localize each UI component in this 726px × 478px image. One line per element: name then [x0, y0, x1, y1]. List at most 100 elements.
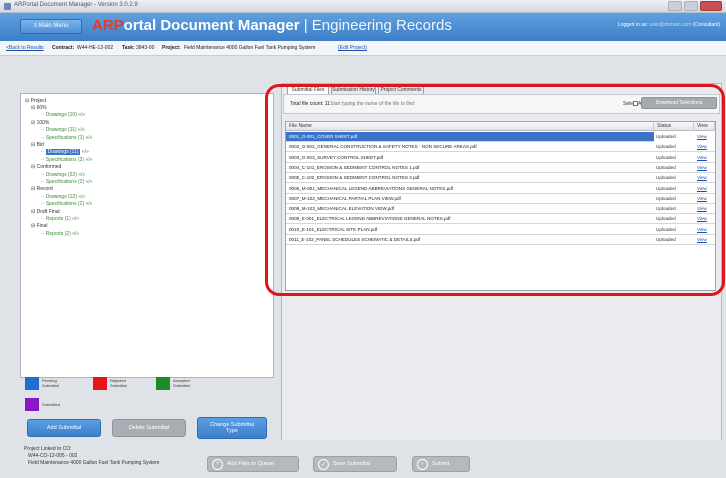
view-file-link[interactable]: View [697, 153, 707, 163]
tab-project-comments[interactable]: Project Comments [378, 85, 424, 94]
tree-item-label: Drawings (11) «/» [45, 127, 85, 134]
tree-item-label: Drawings (10) «/» [45, 112, 86, 119]
tab-submission-history[interactable]: Submission History [331, 85, 376, 94]
view-file-link[interactable]: View [697, 235, 707, 245]
app-title-main: ortal Document Manager [123, 17, 300, 34]
tree-phase-item[interactable]: ⊟ 60% [31, 105, 47, 111]
linked-project-name: Field Maintenance 4000 Gallon Fuel Tank … [28, 460, 160, 466]
tree-leaf-item[interactable]: ·· Drawings (22) «/» [41, 172, 85, 178]
view-file-link[interactable]: View [697, 163, 707, 173]
view-file-link[interactable]: View [697, 225, 707, 235]
view-file-link[interactable]: View [697, 214, 707, 224]
tree-leaf-item[interactable]: ·· Specifications (2) «/» [41, 201, 92, 207]
minimize-button[interactable] [668, 1, 682, 11]
column-header-file-name[interactable]: File Name [286, 122, 654, 131]
file-name-cell: 0009_E-001_ELECTRICAL LEGEND ABBREVIATIO… [289, 216, 451, 222]
section-title: Engineering Records [311, 17, 452, 34]
table-row[interactable]: 0010_E-101_ELECTRICAL SITE PLAN.pdf Uploa… [286, 225, 715, 235]
table-row[interactable]: 0009_E-001_ELECTRICAL LEGEND ABBREVIATIO… [286, 214, 715, 225]
legend-rejected-label: Rejected Submittal [110, 378, 127, 388]
table-row[interactable]: 0002_G-002_GENERAL CONSTRUCTION & SAFETY… [286, 142, 715, 153]
column-header-view[interactable]: View [694, 122, 715, 131]
view-file-link[interactable]: View [697, 173, 707, 183]
tree-phase-item[interactable]: ⊟ 100% [31, 120, 49, 126]
back-to-results-link[interactable]: <Back to Results [6, 41, 44, 55]
table-row[interactable]: 0003_G-003_SURVEY CONTROL SHEET.pdf Uploa… [286, 153, 715, 163]
tree-leaf-item[interactable]: ·· Reports (2) «/» [41, 231, 79, 237]
status-cell: Uploaded [656, 237, 676, 242]
tree-item-label: Reports (1) «/» [45, 216, 80, 222]
view-file-link[interactable]: View [697, 184, 707, 194]
status-cell: Uploaded [656, 195, 676, 201]
submittal-tree-panel[interactable]: ⊟ Project ⊟ 60% ·· Drawings (10) «/» ⊟ 100%… [20, 93, 274, 378]
tree-leaf-item[interactable]: ·· Drawings (11) «/» [41, 127, 85, 133]
select-all-checkbox[interactable] [633, 101, 638, 106]
tree-leaf-item[interactable]: ·· Drawings (10) «/» [41, 112, 85, 118]
file-name-cell: 0004_C-101_EROSION & SEDIMENT CONTROL NO… [289, 164, 420, 170]
arrow-right-icon: › [417, 458, 428, 470]
edit-project-link[interactable]: (Edit Project) [338, 41, 367, 55]
view-file-link[interactable]: View [697, 204, 707, 214]
app-header: ≡ Main Menu ARPortal Document Manager | … [0, 13, 726, 41]
maximize-button[interactable] [684, 1, 698, 11]
tree-phase-item[interactable]: ⊟ Conformed [31, 164, 61, 170]
table-row[interactable]: 0011_E-102_PANEL SCHEDULES SCHEMATIC & D… [286, 235, 715, 245]
file-name-cell: 0005_C-102_EROSION & SEDIMENT CONTROL NO… [289, 175, 420, 181]
close-window-button[interactable] [700, 1, 722, 11]
tree-leaf-item[interactable]: ·· Drawings (11) «/» [41, 149, 89, 156]
view-file-link[interactable]: View [697, 194, 707, 204]
tree-root[interactable]: ⊟ Project [25, 98, 46, 104]
contract-value: W44-HE-12-002 [77, 45, 114, 51]
table-row[interactable]: 0008_M-103_MECHANICAL ELEVATION VIEW.pdf… [286, 204, 715, 215]
status-cell: Uploaded [656, 154, 676, 160]
tree-phase-item[interactable]: ⊟ Final [31, 223, 47, 229]
table-row[interactable]: 0001_G-001_COVER SHEET.pdf Uploaded View [286, 132, 715, 142]
tab-submittal-files[interactable]: Submittal Files [287, 85, 329, 94]
contract-label-text: Contract: [52, 45, 75, 51]
status-cell: Uploaded [656, 144, 676, 150]
tree-phase-item[interactable]: ⊟ Draft Final [31, 209, 60, 215]
legend-accepted-label: Accepted Submittal [173, 378, 190, 388]
add-files-to-queue-button[interactable]: + Add Files to Queue [207, 456, 299, 472]
window-titlebar: ARPortal Document Manager - Version 3.0.… [0, 0, 726, 13]
tree-leaf-item[interactable]: ·· Specifications (1) «/» [41, 135, 92, 141]
save-submittal-button[interactable]: ✓ Save Submittal [313, 456, 397, 472]
file-name-cell: 0003_G-003_SURVEY CONTROL SHEET.pdf [289, 154, 384, 160]
tree-item-label: Record [36, 186, 53, 193]
tree-item-label: Specifications (2) «/» [45, 201, 93, 208]
tree-phase-item[interactable]: ⊟ Record [31, 186, 53, 192]
file-name-cell: 0011_E-102_PANEL SCHEDULES SCHEMATIC & D… [289, 237, 421, 242]
tree-phase-item[interactable]: ⊟ Bid [31, 142, 44, 148]
tree-leaf-item[interactable]: ·· Specifications (2) «/» [41, 157, 92, 163]
submit-label: Submit [432, 461, 450, 467]
tree-item-label: Specifications (2) «/» [45, 156, 93, 163]
tree-item-label: Conformed [36, 164, 62, 171]
window-controls [668, 1, 722, 11]
table-row[interactable]: 0006_M-001_MECHANICAL LEGEND ABBREVIATIO… [286, 184, 715, 194]
download-selections-button[interactable]: Download Selections [641, 97, 717, 109]
file-search-input[interactable] [330, 98, 580, 109]
delete-submittal-button[interactable]: Delete Submittal [112, 419, 186, 437]
table-row[interactable]: 0005_C-102_EROSION & SEDIMENT CONTROL NO… [286, 173, 715, 184]
add-submittal-button[interactable]: Add Submittal [27, 419, 101, 437]
task-label: Task: [122, 41, 135, 55]
main-menu-button[interactable]: ≡ Main Menu [20, 19, 82, 34]
tree-root-label: Project [30, 98, 47, 104]
tree-leaf-item[interactable]: ·· Specifications (2) «/» [41, 179, 92, 185]
view-file-link[interactable]: View [697, 142, 707, 152]
submit-button[interactable]: › Submit [412, 456, 470, 472]
tree-leaf-item[interactable]: ·· Drawings (12) «/» [41, 194, 85, 200]
table-row[interactable]: 0007_M-102_MECHANICAL PARTIAL PLAN VIEW.… [286, 194, 715, 204]
file-grid: File Name Status View 0001_G-001_COVER S… [285, 121, 716, 291]
task-label-text: Task: [122, 45, 135, 51]
save-icon: ✓ [318, 458, 329, 470]
column-header-status[interactable]: Status [654, 122, 694, 131]
project-info-bar: <Back to Results Contract: W44-HE-12-002… [0, 41, 726, 56]
project-value: Field Maintenance 4000 Gallon Fuel Tank … [184, 45, 316, 51]
view-file-link[interactable]: View [697, 132, 707, 142]
file-name-cell: 0007_M-102_MECHANICAL PARTIAL PLAN VIEW.… [289, 195, 401, 201]
change-submittal-type-button[interactable]: Change Submittal Type [197, 417, 267, 439]
contract-label: Contract: [52, 41, 74, 55]
table-row[interactable]: 0004_C-101_EROSION & SEDIMENT CONTROL NO… [286, 163, 715, 173]
tree-leaf-item[interactable]: ·· Reports (1) «/» [41, 216, 79, 222]
